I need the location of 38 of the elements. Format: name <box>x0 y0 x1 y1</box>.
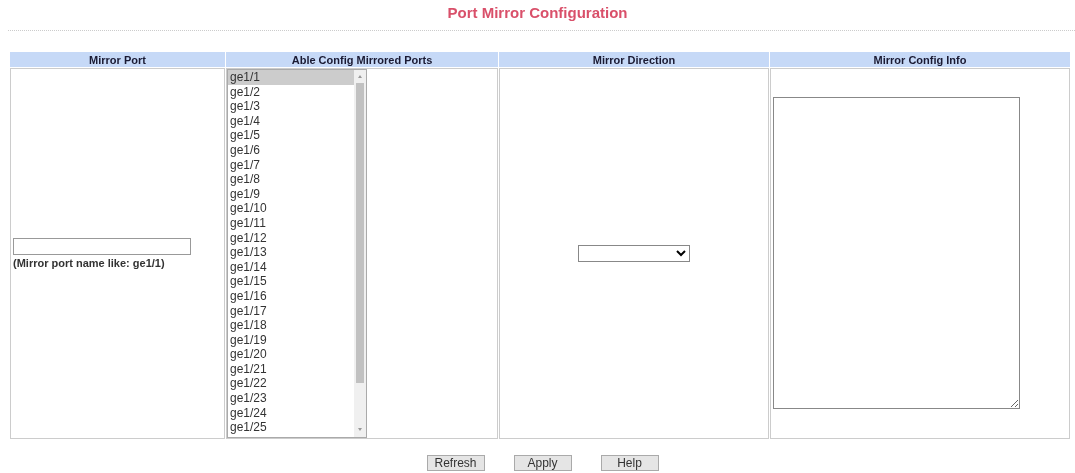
column-header: Mirror Port <box>10 52 225 67</box>
port-option[interactable]: ge1/18 <box>228 318 354 333</box>
port-option[interactable]: ge1/4 <box>228 113 354 129</box>
port-option[interactable]: ge1/25 <box>228 420 354 435</box>
port-option[interactable]: ge1/5 <box>228 128 354 143</box>
port-option[interactable]: ge1/9 <box>228 186 354 202</box>
port-option[interactable]: ge1/8 <box>228 172 354 187</box>
column-header: Mirror Direction <box>499 52 769 67</box>
port-option[interactable]: ge1/19 <box>228 332 354 348</box>
port-option[interactable]: ge1/20 <box>228 347 354 362</box>
port-option[interactable]: ge1/13 <box>228 245 354 260</box>
port-option[interactable]: ge1/11 <box>228 215 354 231</box>
port-option[interactable]: ge1/23 <box>228 391 354 406</box>
port-option[interactable]: ge1/1 <box>228 70 354 85</box>
action-button[interactable]: Help <box>600 455 659 471</box>
field-hint: (Mirror port name like: ge1/1) <box>13 257 165 269</box>
port-option[interactable]: ge1/7 <box>228 157 354 173</box>
port-option[interactable]: ge1/24 <box>228 405 354 421</box>
port-option[interactable]: ge1/12 <box>228 230 354 246</box>
port-option[interactable]: ge1/21 <box>228 361 354 377</box>
mirror-port-field[interactable] <box>13 238 191 255</box>
port-option[interactable]: ge1/22 <box>228 376 354 392</box>
column-header: Able Config Mirrored Ports <box>226 52 498 67</box>
port-option[interactable]: ge1/3 <box>228 99 354 114</box>
action-button[interactable]: Refresh <box>426 455 485 471</box>
port-option[interactable]: ge1/17 <box>228 303 354 319</box>
action-button[interactable]: Apply <box>513 455 572 471</box>
page-title: Port Mirror Configuration <box>447 3 628 23</box>
port-option[interactable]: ge1/2 <box>228 84 354 100</box>
column-header: Mirror Config Info <box>770 52 1070 67</box>
port-option[interactable]: ge1/6 <box>228 142 354 158</box>
port-listbox[interactable]: ge1/1 ge1/2 ge1/3 ge1/4 ge1/5 ge1/6 ge1/7 ge1/8 ge1/9 ge1/10 ge1/11 ge1/12 ge1/13 ge1/14 ge1/15 ge1/16 ge1/17 ge1/18 ge1/19 ge1/20 ge1/21 ge1/22 ge1/23 ge1/24 ge1/25 <box>227 69 367 438</box>
scrollbar[interactable] <box>354 70 366 437</box>
direction-dropdown[interactable] <box>578 245 690 262</box>
port-option[interactable]: ge1/16 <box>228 288 354 304</box>
port-option[interactable]: ge1/14 <box>228 259 354 275</box>
port-option[interactable]: ge1/10 <box>228 201 354 216</box>
port-option[interactable]: ge1/15 <box>228 274 354 289</box>
